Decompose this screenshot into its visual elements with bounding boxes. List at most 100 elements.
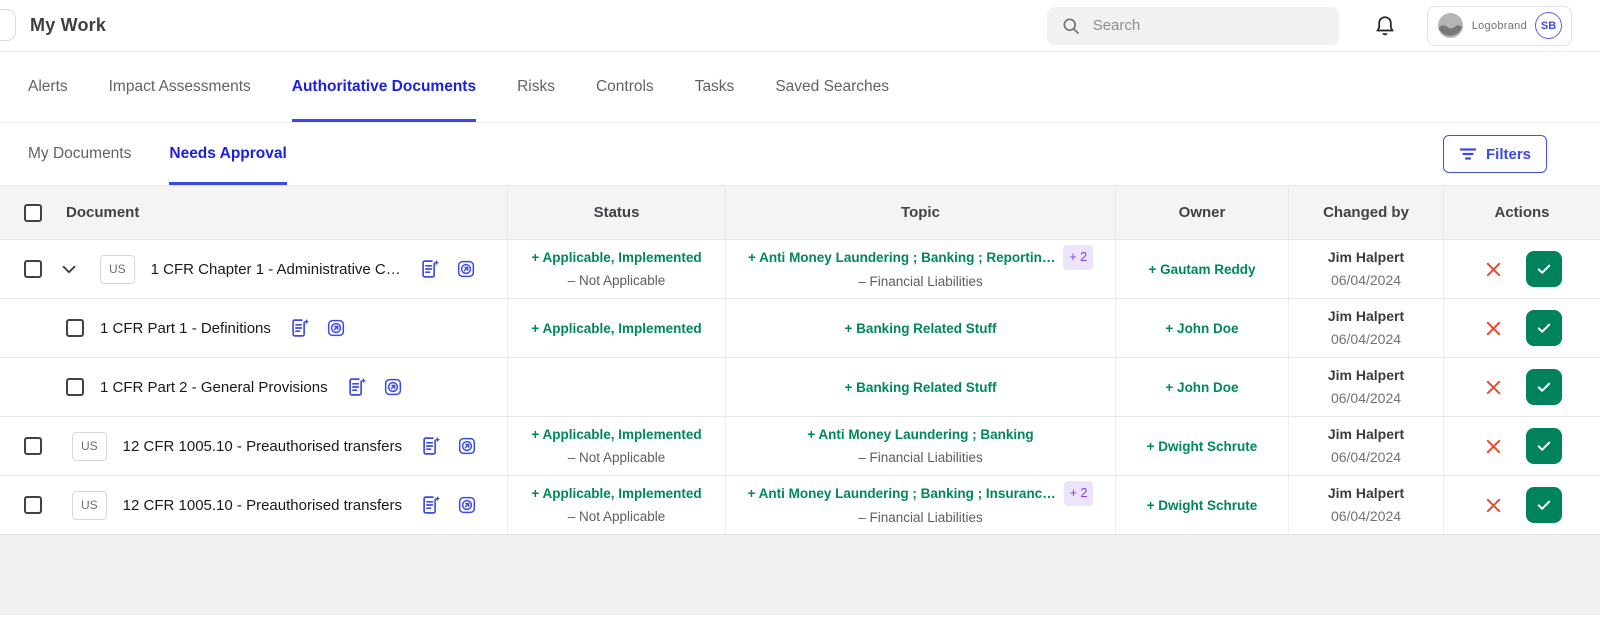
- approve-button[interactable]: [1526, 428, 1562, 464]
- reject-icon[interactable]: [1482, 435, 1504, 457]
- owner: + Dwight Schrute: [1147, 494, 1258, 517]
- account-menu[interactable]: Logobrand SB: [1427, 6, 1572, 46]
- changed-by-date: 06/04/2024: [1331, 505, 1401, 528]
- owner: + Dwight Schrute: [1147, 435, 1258, 458]
- tab-impact-assessments[interactable]: Impact Assessments: [109, 52, 251, 122]
- bell-icon: [1373, 14, 1397, 38]
- open-in-new-icon[interactable]: [456, 259, 476, 279]
- topic-removed: – Financial Liabilities: [858, 506, 983, 529]
- table-row: 1 CFR Part 1 - Definitions + Applicable,…: [0, 299, 1600, 358]
- topic-removed: – Financial Liabilities: [858, 270, 983, 293]
- topic-added: + Anti Money Laundering ; Banking ; Insu…: [748, 482, 1056, 505]
- open-in-new-icon[interactable]: [457, 495, 477, 515]
- tab-tasks[interactable]: Tasks: [695, 52, 735, 122]
- search-input[interactable]: [1093, 17, 1325, 34]
- changed-by-name: Jim Halpert: [1328, 423, 1404, 446]
- chevron-down-icon[interactable]: [58, 258, 80, 280]
- tab-risks[interactable]: Risks: [517, 52, 555, 122]
- approve-button[interactable]: [1526, 251, 1562, 287]
- brand-logo-icon: [1437, 12, 1464, 39]
- brand-name: Logobrand: [1472, 20, 1527, 32]
- changed-by-date: 06/04/2024: [1331, 446, 1401, 469]
- filter-icon: [1459, 146, 1477, 162]
- approve-button[interactable]: [1526, 310, 1562, 346]
- tab-saved-searches[interactable]: Saved Searches: [775, 52, 889, 122]
- tab-controls[interactable]: Controls: [596, 52, 654, 122]
- subtab-my-documents[interactable]: My Documents: [28, 123, 131, 185]
- document-title[interactable]: 1 CFR Chapter 1 - Administrative C…: [151, 258, 401, 281]
- topic-more-badge[interactable]: + 2: [1063, 245, 1093, 270]
- status-added: + Applicable, Implemented: [531, 317, 701, 340]
- topic-added: + Banking Related Stuff: [845, 376, 997, 399]
- topic-added: + Anti Money Laundering ; Banking: [807, 423, 1033, 446]
- topic-added: + Anti Money Laundering ; Banking ; Repo…: [748, 246, 1055, 269]
- status-added: + Applicable, Implemented: [531, 423, 701, 446]
- document-sparkle-icon[interactable]: [420, 435, 442, 457]
- reject-icon[interactable]: [1482, 317, 1504, 339]
- tab-alerts[interactable]: Alerts: [28, 52, 68, 122]
- status-removed: – Not Applicable: [568, 269, 666, 292]
- owner: + John Doe: [1165, 317, 1238, 340]
- jurisdiction-badge: US: [100, 255, 135, 284]
- reject-icon[interactable]: [1482, 258, 1504, 280]
- notifications-button[interactable]: [1373, 14, 1397, 38]
- document-title[interactable]: 12 CFR 1005.10 - Preauthorised transfers: [123, 435, 402, 458]
- filters-button[interactable]: Filters: [1443, 135, 1547, 173]
- column-owner: Owner: [1115, 186, 1288, 239]
- changed-by-date: 06/04/2024: [1331, 328, 1401, 351]
- main-tabs: Alerts Impact Assessments Authoritative …: [0, 52, 1600, 123]
- table-row: US 12 CFR 1005.10 - Preauthorised transf…: [0, 417, 1600, 476]
- tab-authoritative-documents[interactable]: Authoritative Documents: [292, 52, 476, 122]
- search-icon: [1061, 16, 1081, 36]
- subtab-needs-approval[interactable]: Needs Approval: [169, 123, 286, 185]
- changed-by-date: 06/04/2024: [1331, 269, 1401, 292]
- table-row: US 12 CFR 1005.10 - Preauthorised transf…: [0, 476, 1600, 535]
- owner: + Gautam Reddy: [1149, 258, 1256, 281]
- open-in-new-icon[interactable]: [457, 436, 477, 456]
- owner: + John Doe: [1165, 376, 1238, 399]
- open-in-new-icon[interactable]: [326, 318, 346, 338]
- jurisdiction-badge: US: [72, 491, 107, 520]
- document-sparkle-icon[interactable]: [419, 258, 441, 280]
- document-title[interactable]: 12 CFR 1005.10 - Preauthorised transfers: [123, 494, 402, 517]
- jurisdiction-badge: US: [72, 432, 107, 461]
- sub-tabs-bar: My Documents Needs Approval Filters: [0, 123, 1600, 185]
- column-status: Status: [507, 186, 725, 239]
- row-checkbox[interactable]: [66, 319, 84, 337]
- open-in-new-icon[interactable]: [383, 377, 403, 397]
- search-box[interactable]: [1047, 7, 1339, 45]
- document-sparkle-icon[interactable]: [420, 494, 442, 516]
- topic-removed: – Financial Liabilities: [858, 446, 983, 469]
- column-topic: Topic: [725, 186, 1115, 239]
- document-title[interactable]: 1 CFR Part 2 - General Provisions: [100, 376, 328, 399]
- approve-button[interactable]: [1526, 487, 1562, 523]
- document-sparkle-icon[interactable]: [289, 317, 311, 339]
- page-title: My Work: [30, 15, 106, 36]
- reject-icon[interactable]: [1482, 376, 1504, 398]
- column-changed-by: Changed by: [1288, 186, 1443, 239]
- table-row: US 1 CFR Chapter 1 - Administrative C… +…: [0, 240, 1600, 299]
- changed-by-name: Jim Halpert: [1328, 246, 1404, 269]
- column-document: Document: [66, 204, 139, 221]
- avatar[interactable]: SB: [1535, 12, 1562, 39]
- page-background: [0, 535, 1600, 615]
- reject-icon[interactable]: [1482, 494, 1504, 516]
- select-all-checkbox[interactable]: [24, 204, 42, 222]
- top-header: My Work: [0, 0, 1600, 52]
- status-removed: – Not Applicable: [568, 505, 666, 528]
- document-title[interactable]: 1 CFR Part 1 - Definitions: [100, 317, 271, 340]
- row-checkbox[interactable]: [66, 378, 84, 396]
- changed-by-name: Jim Halpert: [1328, 482, 1404, 505]
- changed-by-name: Jim Halpert: [1328, 305, 1404, 328]
- sidebar-toggle-button[interactable]: [0, 9, 16, 41]
- row-checkbox[interactable]: [24, 260, 42, 278]
- status-added: + Applicable, Implemented: [531, 246, 701, 269]
- row-checkbox[interactable]: [24, 437, 42, 455]
- column-actions: Actions: [1443, 186, 1600, 239]
- topic-more-badge[interactable]: + 2: [1064, 481, 1094, 506]
- row-checkbox[interactable]: [24, 496, 42, 514]
- document-sparkle-icon[interactable]: [346, 376, 368, 398]
- approve-button[interactable]: [1526, 369, 1562, 405]
- changed-by-date: 06/04/2024: [1331, 387, 1401, 410]
- status-removed: – Not Applicable: [568, 446, 666, 469]
